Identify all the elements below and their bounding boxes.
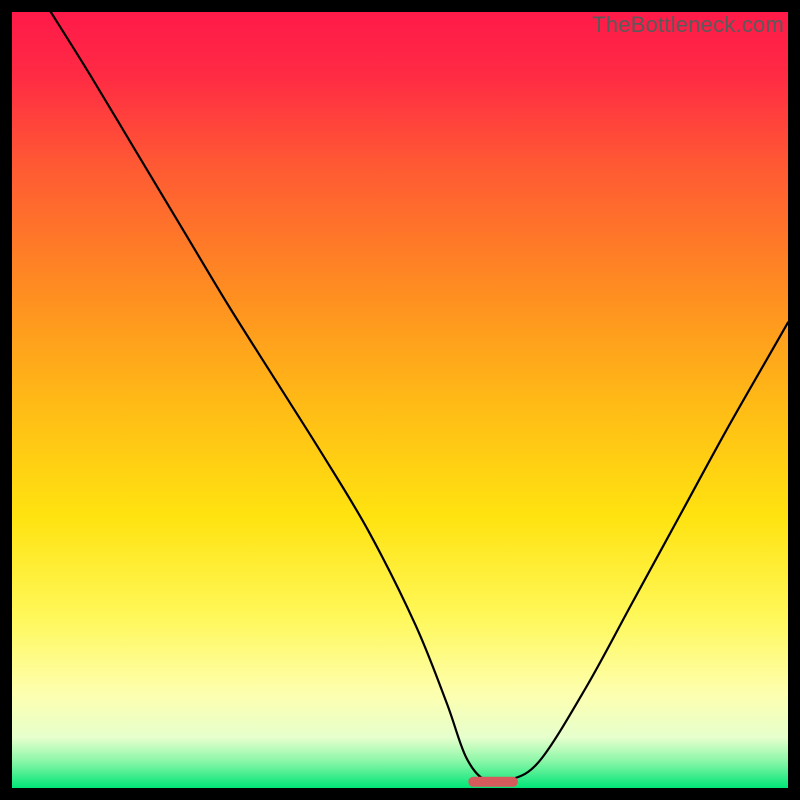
- bottleneck-plot: [12, 12, 788, 788]
- plot-background: [12, 12, 788, 788]
- chart-frame: TheBottleneck.com: [12, 12, 788, 788]
- watermark-text: TheBottleneck.com: [592, 12, 784, 38]
- optimum-marker: [468, 777, 518, 787]
